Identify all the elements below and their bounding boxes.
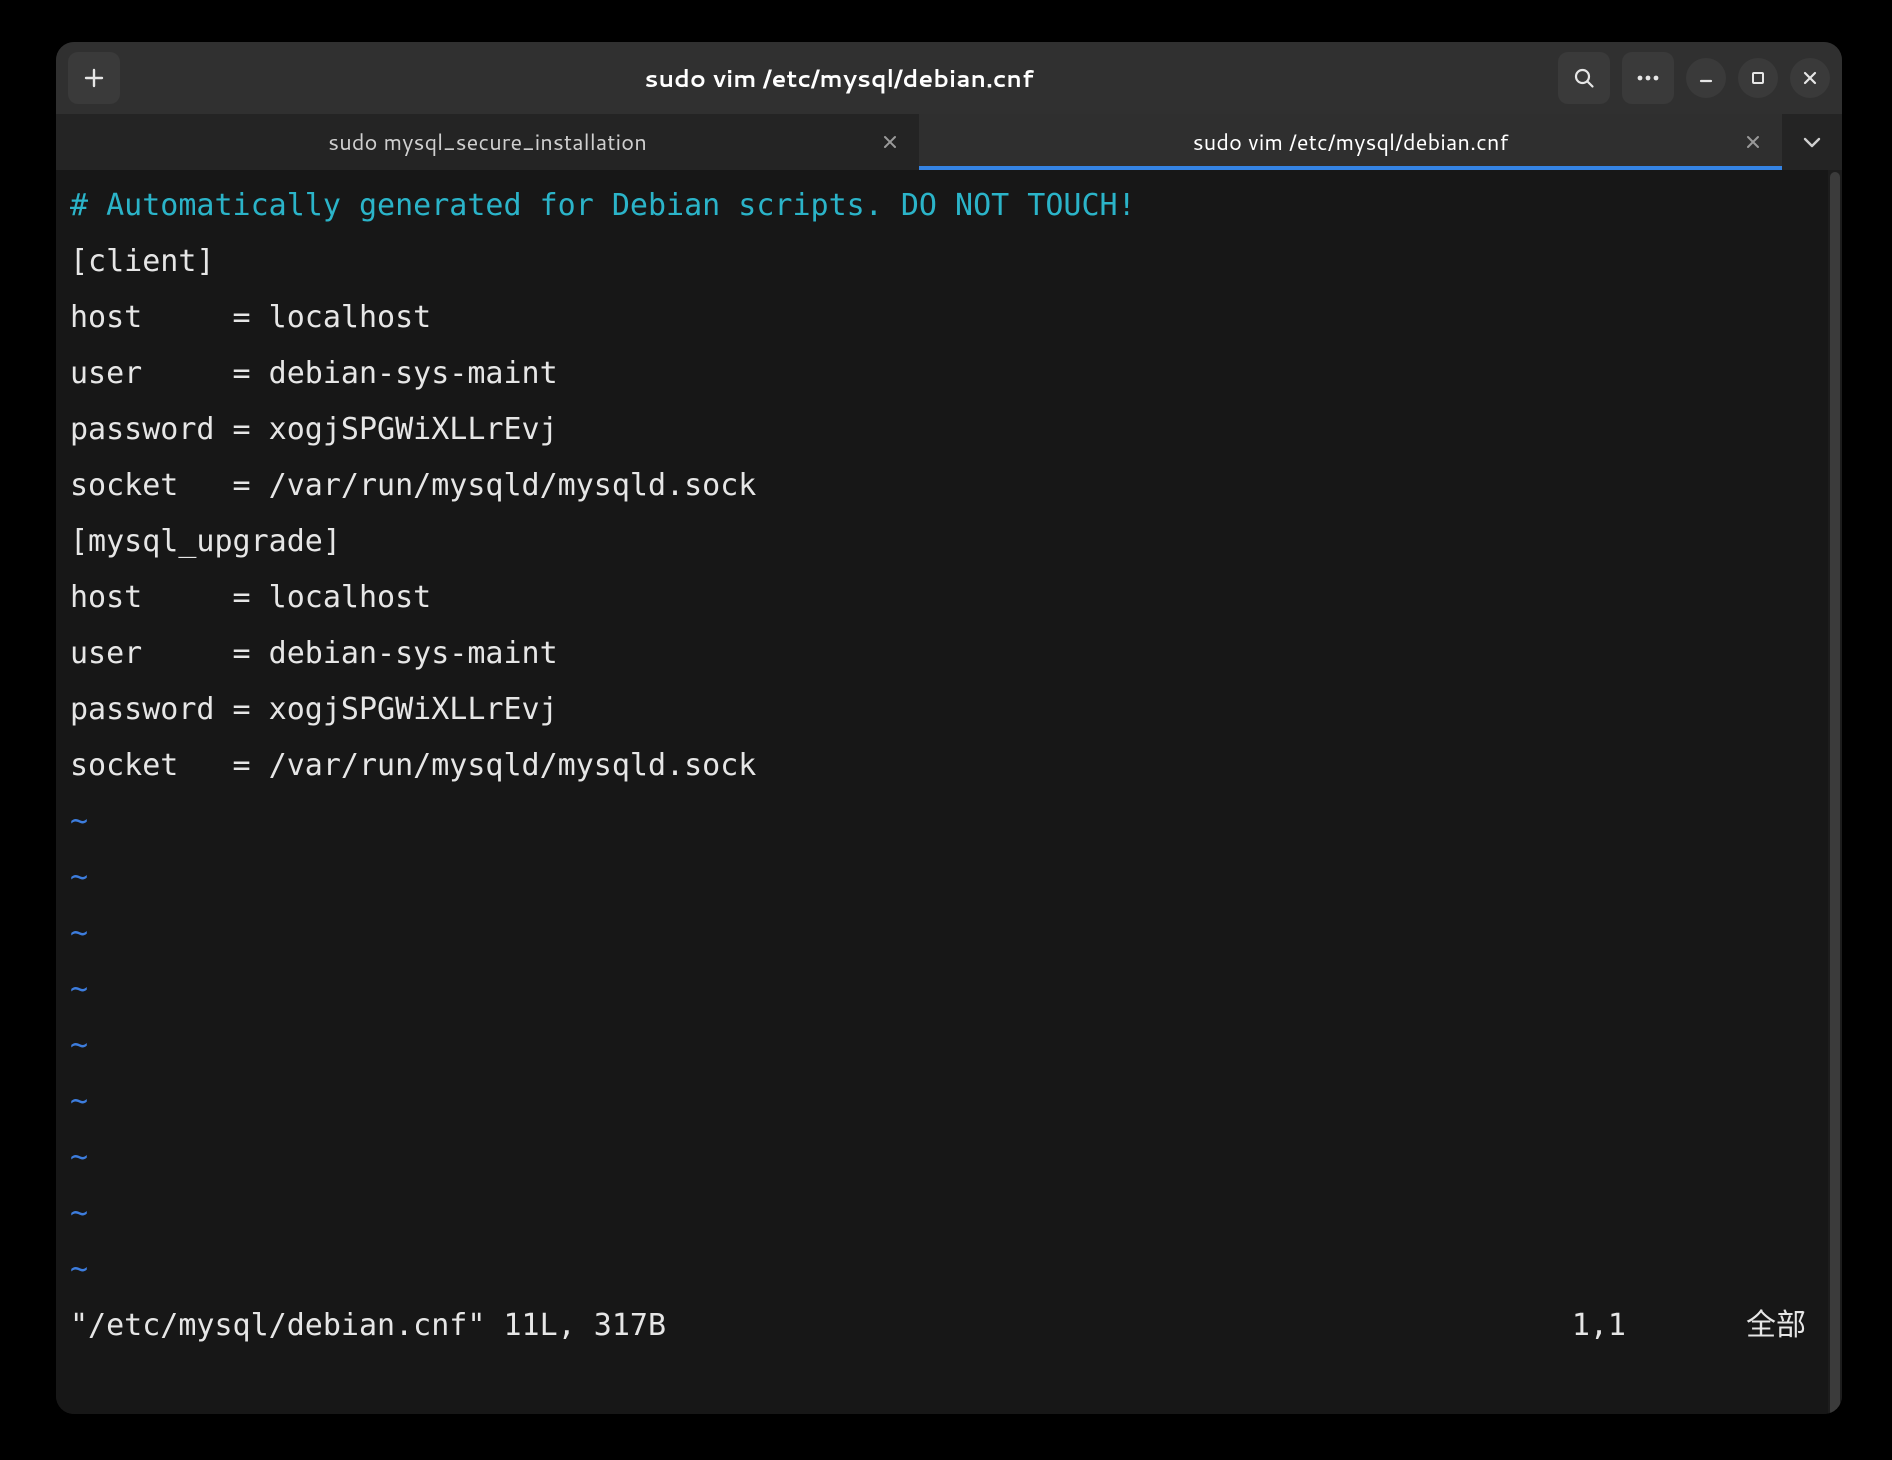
menu-button[interactable] xyxy=(1622,52,1674,104)
window-title: sudo vim /etc/mysql/debian.cnf xyxy=(130,61,1548,95)
scrollbar-thumb[interactable] xyxy=(1830,172,1840,1414)
status-percent: 全部 xyxy=(1746,1298,1814,1354)
tab-0[interactable]: sudo mysql_secure_installation xyxy=(56,114,919,170)
maximize-button[interactable] xyxy=(1738,58,1778,98)
tab-label: sudo vim /etc/mysql/debian.cnf xyxy=(1193,127,1509,158)
editor-line: host = localhost xyxy=(70,570,1814,626)
editor-empty-line-tilde: ~ xyxy=(70,1186,1814,1242)
plus-icon xyxy=(83,67,105,89)
editor-line: password = xogjSPGWiXLLrEvj xyxy=(70,402,1814,458)
editor-empty-line-tilde: ~ xyxy=(70,1130,1814,1186)
editor-line: socket = /var/run/mysqld/mysqld.sock xyxy=(70,458,1814,514)
editor-empty-line-tilde: ~ xyxy=(70,850,1814,906)
minimize-icon xyxy=(1698,70,1714,86)
vim-status-line: "/etc/mysql/debian.cnf" 11L, 317B 1,1全部 xyxy=(70,1298,1814,1354)
editor-empty-line-tilde: ~ xyxy=(70,1074,1814,1130)
editor-empty-line-tilde: ~ xyxy=(70,906,1814,962)
close-icon xyxy=(1802,70,1818,86)
tab-bar: sudo mysql_secure_installation sudo vim … xyxy=(56,114,1842,170)
editor-line: socket = /var/run/mysqld/mysqld.sock xyxy=(70,738,1814,794)
editor-line: user = debian-sys-maint xyxy=(70,346,1814,402)
search-icon xyxy=(1572,66,1596,90)
tab-1[interactable]: sudo vim /etc/mysql/debian.cnf xyxy=(919,114,1782,170)
header-bar: sudo vim /etc/mysql/debian.cnf xyxy=(56,42,1842,114)
editor-empty-line-tilde: ~ xyxy=(70,962,1814,1018)
editor-empty-line-tilde: ~ xyxy=(70,794,1814,850)
minimize-button[interactable] xyxy=(1686,58,1726,98)
status-cursor-position: 1,1 xyxy=(1572,1298,1746,1354)
ellipsis-icon xyxy=(1637,75,1659,81)
scrollbar[interactable] xyxy=(1828,170,1842,1414)
editor-line: user = debian-sys-maint xyxy=(70,626,1814,682)
tab-close-button[interactable] xyxy=(883,135,897,149)
editor-line: [mysql_upgrade] xyxy=(70,514,1814,570)
editor-line: [client] xyxy=(70,234,1814,290)
terminal-area: # Automatically generated for Debian scr… xyxy=(56,170,1842,1414)
search-button[interactable] xyxy=(1558,52,1610,104)
terminal-content[interactable]: # Automatically generated for Debian scr… xyxy=(56,170,1828,1414)
editor-line: host = localhost xyxy=(70,290,1814,346)
tabs-dropdown-button[interactable] xyxy=(1782,114,1842,170)
chevron-down-icon xyxy=(1803,136,1821,148)
close-icon xyxy=(1746,135,1760,149)
editor-empty-line-tilde: ~ xyxy=(70,1018,1814,1074)
editor-line: password = xogjSPGWiXLLrEvj xyxy=(70,682,1814,738)
tab-close-button[interactable] xyxy=(1746,135,1760,149)
terminal-window: sudo vim /etc/mysql/debian.cnf xyxy=(56,42,1842,1414)
close-icon xyxy=(883,135,897,149)
editor-empty-line-tilde: ~ xyxy=(70,1242,1814,1298)
maximize-icon xyxy=(1750,70,1766,86)
status-file-info: "/etc/mysql/debian.cnf" 11L, 317B xyxy=(70,1298,666,1354)
new-tab-button[interactable] xyxy=(68,52,120,104)
tab-label: sudo mysql_secure_installation xyxy=(328,127,647,158)
header-right-controls xyxy=(1558,52,1830,104)
close-window-button[interactable] xyxy=(1790,58,1830,98)
editor-comment-line: # Automatically generated for Debian scr… xyxy=(70,178,1814,234)
